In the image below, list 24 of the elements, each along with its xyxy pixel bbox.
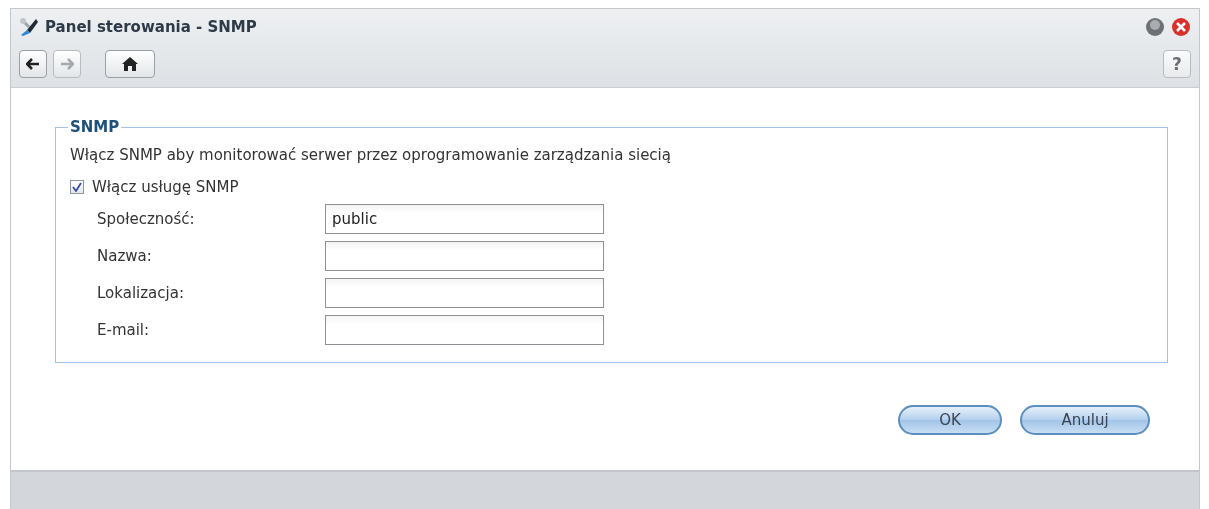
back-button[interactable]	[19, 50, 47, 78]
field-label: Społeczność:	[97, 209, 196, 228]
home-button[interactable]	[105, 50, 155, 78]
field-label: Lokalizacja:	[97, 283, 185, 302]
checkbox[interactable]	[70, 180, 84, 194]
close-button[interactable]	[1171, 17, 1191, 37]
description: Włącz SNMP aby monitorować serwer przez oprogramowanie zarządzania siecią	[70, 146, 672, 164]
home-icon	[122, 57, 138, 71]
minimize-button[interactable]	[1145, 17, 1165, 37]
cancel-button[interactable]: Anuluj	[1020, 405, 1150, 435]
input-field[interactable]	[325, 314, 604, 345]
input-field[interactable]	[325, 277, 604, 308]
tools-icon	[19, 17, 39, 37]
field-label: Nazwa:	[97, 246, 153, 265]
checkbox-label: Włącz usługę SNMP	[92, 178, 239, 196]
section-title: SNMP	[69, 118, 121, 136]
ok-button[interactable]: OK	[898, 405, 1002, 435]
help-button[interactable]: ?	[1163, 50, 1191, 78]
back-arrow-icon	[26, 58, 40, 70]
input-field[interactable]: public	[325, 203, 604, 234]
window-title: Panel sterowania - SNMP	[45, 18, 258, 36]
field-label: E-mail:	[97, 320, 151, 339]
forward-arrow-icon	[60, 58, 74, 70]
input-field[interactable]	[325, 240, 604, 271]
